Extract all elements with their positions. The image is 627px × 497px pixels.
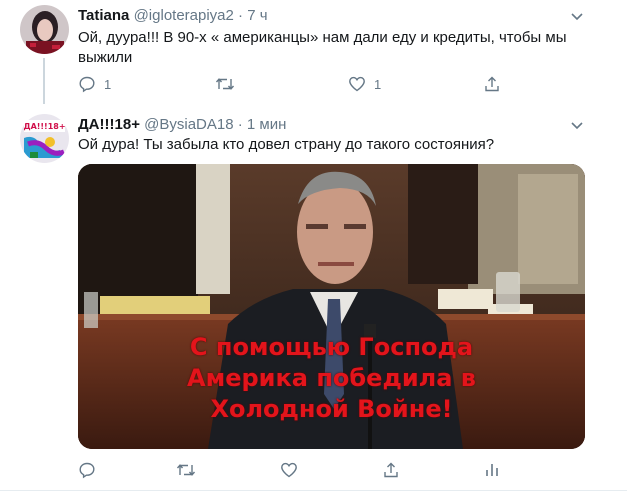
- thread-connector-line: [43, 58, 45, 104]
- share-button[interactable]: [483, 75, 501, 93]
- retweet-icon: [176, 461, 196, 479]
- tweet-media-image[interactable]: С помощью Господа Америка победила в Хол…: [78, 164, 585, 449]
- share-icon: [382, 461, 400, 479]
- tweet-header: ДА!!!18+ @BysiaDA18 · 1 мин: [78, 116, 286, 133]
- avatar-tatiana[interactable]: [20, 5, 69, 54]
- reply-count: 1: [104, 76, 112, 92]
- avatar-text: ДА!!!18+: [23, 122, 65, 131]
- separator-dot: ·: [238, 7, 244, 24]
- heart-icon: [348, 75, 366, 93]
- tweet-text: Ой, дуура!!! В 90-х « американцы» нам да…: [78, 28, 598, 68]
- like-button[interactable]: [280, 461, 298, 479]
- caption-line: Холодной Войне!: [210, 395, 453, 423]
- caption-line: Америка победила в: [187, 364, 476, 392]
- like-count: 1: [374, 76, 382, 92]
- separator-dot: ·: [237, 116, 243, 133]
- tweet-text-line: выжили: [78, 49, 133, 66]
- tweet-actions: 1 1: [78, 75, 508, 95]
- timestamp[interactable]: 7 ч: [247, 7, 267, 24]
- heart-icon: [280, 461, 298, 479]
- tweet-header: Tatiana @igloterapiya2 · 7 ч: [78, 7, 268, 24]
- tweet-tatiana[interactable]: Tatiana @igloterapiya2 · 7 ч Ой, дуура!!…: [0, 0, 627, 105]
- retweet-button[interactable]: [176, 461, 196, 479]
- display-name[interactable]: ДА!!!18+: [78, 116, 140, 133]
- avatar-bysiada18[interactable]: ДА!!!18+: [20, 114, 69, 163]
- user-handle[interactable]: @BysiaDA18: [144, 116, 233, 133]
- retweet-icon: [215, 75, 235, 93]
- share-button[interactable]: [382, 461, 400, 479]
- bottom-divider: [0, 490, 627, 491]
- reply-icon: [78, 75, 96, 93]
- analytics-button[interactable]: [483, 461, 501, 479]
- share-icon: [483, 75, 501, 93]
- timestamp[interactable]: 1 мин: [247, 116, 287, 133]
- reply-button[interactable]: 1: [78, 75, 111, 93]
- retweet-button[interactable]: [215, 75, 235, 93]
- reply-icon: [78, 461, 96, 479]
- analytics-icon: [483, 461, 501, 479]
- caption-line: С помощью Господа: [189, 333, 474, 361]
- reply-button[interactable]: [78, 461, 96, 479]
- chevron-down-icon[interactable]: [570, 10, 588, 24]
- tweet-text: Ой дура! Ты забыла кто довел страну до т…: [78, 136, 495, 153]
- display-name[interactable]: Tatiana: [78, 7, 129, 24]
- tweet-text-line: Ой, дуура!!! В 90-х « американцы» нам да…: [78, 29, 567, 46]
- media-caption: С помощью Господа Америка победила в Хол…: [78, 332, 585, 425]
- like-button[interactable]: 1: [348, 75, 381, 93]
- tweet-actions: [78, 461, 508, 481]
- user-handle[interactable]: @igloterapiya2: [134, 7, 234, 24]
- chevron-down-icon[interactable]: [570, 119, 588, 133]
